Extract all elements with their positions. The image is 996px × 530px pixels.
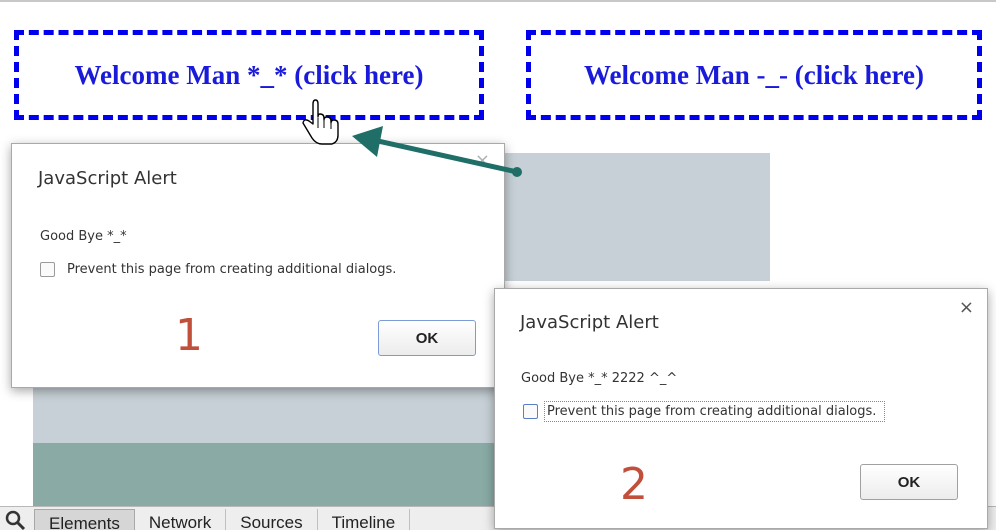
- alert-dialog-1: JavaScript Alert × Good Bye *_* Prevent …: [11, 143, 505, 388]
- prevent-dialogs-checkbox[interactable]: [523, 404, 538, 419]
- close-icon[interactable]: ×: [959, 297, 974, 318]
- welcome-link-2[interactable]: Welcome Man -_- (click here): [526, 30, 982, 120]
- tab-timeline[interactable]: Timeline: [318, 509, 411, 530]
- ok-button[interactable]: OK: [378, 320, 476, 356]
- prevent-dialogs-checkbox[interactable]: [40, 262, 55, 277]
- prevent-dialogs-option[interactable]: Prevent this page from creating addition…: [523, 401, 886, 422]
- tab-elements[interactable]: Elements: [34, 509, 135, 530]
- prevent-dialogs-option[interactable]: Prevent this page from creating addition…: [40, 262, 396, 277]
- devtools-tabs: Elements Network Sources Timeline: [34, 509, 411, 530]
- dialog-title: JavaScript Alert: [38, 168, 177, 189]
- ok-button[interactable]: OK: [860, 464, 958, 500]
- dialog-message: Good Bye *_*: [40, 229, 127, 244]
- alert-dialog-2: JavaScript Alert × Good Bye *_* 2222 ^_^…: [494, 288, 988, 529]
- prevent-dialogs-label[interactable]: Prevent this page from creating addition…: [543, 401, 886, 422]
- welcome-link-1[interactable]: Welcome Man *_* (click here): [14, 30, 484, 120]
- top-divider: [0, 0, 996, 2]
- annotation-number: 1: [175, 310, 203, 361]
- annotation-number: 2: [620, 459, 648, 510]
- dialog-title: JavaScript Alert: [520, 312, 659, 333]
- close-icon[interactable]: ×: [475, 150, 490, 171]
- prevent-dialogs-label[interactable]: Prevent this page from creating addition…: [67, 262, 396, 277]
- dialog-message: Good Bye *_* 2222 ^_^: [521, 371, 678, 386]
- background-panel-top: [505, 153, 770, 281]
- tab-network[interactable]: Network: [135, 509, 227, 530]
- background-panel-middle: [33, 387, 495, 443]
- welcome-link-2-text[interactable]: Welcome Man -_- (click here): [584, 60, 924, 91]
- background-panel-bottom: [33, 443, 495, 507]
- search-icon[interactable]: [4, 509, 28, 530]
- welcome-link-1-text[interactable]: Welcome Man *_* (click here): [75, 60, 424, 91]
- tab-sources[interactable]: Sources: [226, 509, 318, 530]
